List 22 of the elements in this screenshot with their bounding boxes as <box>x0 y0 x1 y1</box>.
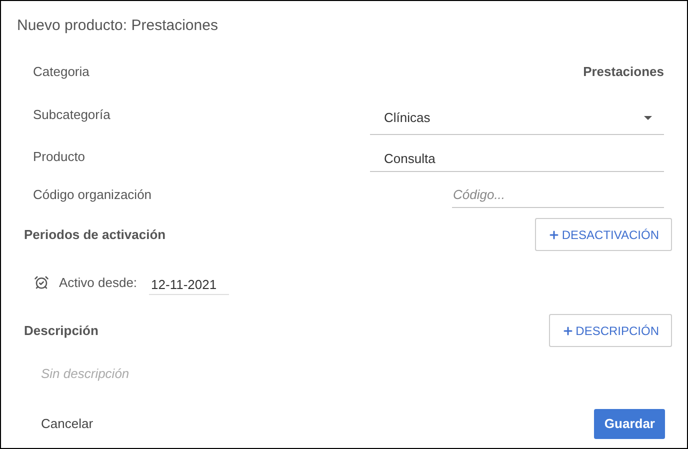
empty-description-text: Sin descripción <box>41 364 130 383</box>
field-label: Producto <box>33 148 86 166</box>
select-field[interactable]: Clínicas <box>370 95 664 135</box>
input-field[interactable]: Código... <box>452 182 664 208</box>
date-field[interactable]: 12-11-2021 <box>149 270 230 294</box>
add-description-button[interactable]: DESCRIPCIÓN <box>548 314 672 347</box>
field-label: Categoria <box>33 62 90 81</box>
plus-icon <box>548 228 560 240</box>
dialog-title: Nuevo producto: Prestaciones <box>17 16 219 36</box>
field-label: Código organización <box>33 186 152 204</box>
save-button[interactable]: Guardar <box>594 408 665 438</box>
cancel-button[interactable]: Cancelar <box>41 414 94 434</box>
active-from-label: Activo desde: <box>59 274 138 292</box>
add-deactivation-button[interactable]: DESACTIVACIÓN <box>534 218 672 251</box>
category-value: Prestaciones <box>583 62 664 81</box>
plus-icon <box>562 324 574 336</box>
section-heading: Periodos de activación <box>24 226 166 244</box>
field-label: Subcategoría <box>33 106 110 124</box>
dropdown-caret-icon <box>644 116 652 120</box>
text-field[interactable]: Consulta <box>370 142 664 172</box>
section-heading: Descripción <box>24 322 98 340</box>
alarm-clock-icon <box>34 275 49 290</box>
